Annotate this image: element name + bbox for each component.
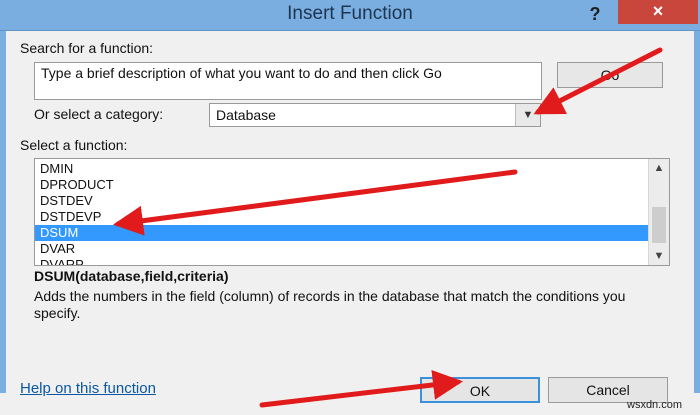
category-label: Or select a category: (34, 106, 164, 122)
title-bar: Insert Function ? × (0, 0, 700, 31)
scroll-thumb[interactable] (652, 207, 666, 243)
go-button[interactable]: Go (557, 62, 663, 88)
list-item[interactable]: DSTDEVP (35, 209, 648, 225)
search-label: Search for a function: (20, 40, 154, 56)
category-select[interactable]: Database ▼ (209, 103, 541, 127)
list-item[interactable]: DVAR (35, 241, 648, 257)
help-link[interactable]: Help on this function (20, 380, 156, 397)
list-item[interactable]: DSTDEV (35, 193, 648, 209)
vertical-scrollbar[interactable]: ▲ ▼ (648, 159, 669, 265)
function-syntax: DSUM(database,field,criteria) (34, 268, 229, 284)
category-value: Database (216, 107, 276, 123)
list-item-selected[interactable]: DSUM (35, 225, 648, 241)
chevron-down-icon[interactable]: ▼ (515, 104, 540, 126)
ok-button[interactable]: OK (420, 377, 540, 403)
scroll-up-icon[interactable]: ▲ (649, 159, 669, 177)
list-item[interactable]: DVARP (35, 257, 648, 265)
function-description: Adds the numbers in the field (column) o… (34, 288, 626, 321)
function-list-label: Select a function: (20, 137, 128, 153)
close-button[interactable]: × (618, 0, 698, 24)
list-item[interactable]: DMIN (35, 161, 648, 177)
search-input[interactable]: Type a brief description of what you wan… (34, 62, 542, 100)
scroll-down-icon[interactable]: ▼ (649, 247, 669, 265)
help-icon[interactable]: ? (584, 2, 606, 26)
function-list[interactable]: DMIN DPRODUCT DSTDEV DSTDEVP DSUM DVAR D… (34, 158, 670, 266)
list-item[interactable]: DPRODUCT (35, 177, 648, 193)
watermark: wsxdn.com (627, 399, 683, 411)
